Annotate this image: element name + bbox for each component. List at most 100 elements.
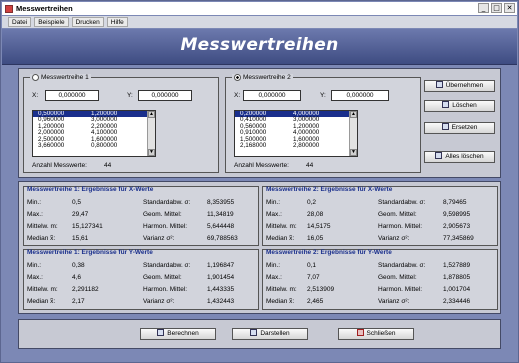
series2-label: Messwertreihe 2	[243, 74, 291, 82]
result-label: Median x̃:	[27, 235, 56, 242]
menu-hilfe[interactable]: Hilfe	[106, 17, 128, 27]
sd-value: 1,196847	[207, 262, 235, 269]
sd-value: 8,79465	[443, 199, 467, 206]
results-title: Messwertreihe 2: Ergebnisse für X-Werte	[266, 186, 393, 193]
result-label: Varianz σ²:	[143, 235, 175, 242]
series2-y-input[interactable]: 0,000000	[331, 90, 389, 101]
sd-value: 8,353955	[207, 199, 235, 206]
header-banner: Messwertreihen	[2, 29, 517, 65]
scroll-down-icon[interactable]: ▼	[350, 149, 357, 156]
result-label: Varianz σ²:	[378, 235, 410, 242]
result-label: Median x̃:	[266, 298, 295, 305]
app-window: Messwertreihen _ □ ✕ Datei Beispiele Dru…	[0, 0, 519, 363]
scroll-down-icon[interactable]: ▼	[148, 149, 155, 156]
result-label: Median x̃:	[266, 235, 295, 242]
list-item[interactable]: 3,660000 0,800000	[33, 142, 155, 149]
harm-value: 1,443335	[207, 286, 235, 293]
loeschen-button[interactable]: Löschen	[424, 100, 495, 112]
results-title: Messwertreihe 2: Ergebnisse für Y-Werte	[266, 249, 392, 256]
var-value: 77,345869	[443, 235, 474, 242]
radio-checked-icon	[234, 74, 241, 81]
results-series1-y: Messwertreihe 1: Ergebnisse für Y-Werte …	[23, 249, 259, 310]
geo-value: 11,34819	[207, 211, 234, 218]
title-bar: Messwertreihen _ □ ✕	[2, 2, 517, 15]
series1-scrollbar[interactable]: ▲ ▼	[147, 111, 155, 156]
series2-group: Messwertreihe 2 X: 0,000000 Y: 0,000000 …	[225, 74, 421, 173]
min-value: 0,38	[72, 262, 85, 269]
median-value: 16,05	[307, 235, 324, 242]
result-label: Standardabw. σ:	[378, 262, 426, 269]
close-button[interactable]: ✕	[504, 3, 515, 13]
menu-beispiele[interactable]: Beispiele	[34, 17, 69, 27]
scroll-up-icon[interactable]: ▲	[350, 111, 357, 118]
uebernehmen-button[interactable]: Übernehmen	[424, 80, 495, 92]
geo-value: 1,901454	[207, 274, 235, 281]
results-series2-x: Messwertreihe 2: Ergebnisse für X-Werte …	[262, 186, 498, 246]
delete-icon	[442, 101, 450, 108]
series1-radio[interactable]: Messwertreihe 1	[30, 74, 91, 82]
geo-value: 9,598995	[443, 211, 471, 218]
mean-value: 15,127341	[72, 223, 103, 230]
result-label: Mittelw. m:	[266, 286, 297, 293]
result-label: Geom. Mittel:	[378, 211, 417, 218]
var-value: 2,334446	[443, 298, 471, 305]
menu-drucken[interactable]: Drucken	[71, 17, 104, 27]
series1-count-label: Anzahl Messwerte:	[32, 162, 87, 169]
scroll-up-icon[interactable]: ▲	[148, 111, 155, 118]
ersetzen-button[interactable]: Ersetzen	[424, 122, 495, 134]
result-label: Standardabw. σ:	[143, 262, 191, 269]
result-label: Max.:	[27, 211, 43, 218]
series1-list[interactable]: 0,500000 1,200000 0,960000 3,000000 1,2000…	[32, 110, 156, 157]
alles-loeschen-button[interactable]: Alles löschen	[424, 151, 495, 163]
series1-x-input[interactable]: 0,000000	[45, 90, 99, 101]
series2-scrollbar[interactable]: ▲ ▼	[349, 111, 357, 156]
maximize-button[interactable]: □	[491, 3, 502, 13]
minimize-button[interactable]: _	[478, 3, 489, 13]
list-item[interactable]: 2,168000 2,800000	[235, 142, 357, 149]
result-label: Min.:	[27, 199, 42, 206]
max-value: 7,07	[307, 274, 320, 281]
min-value: 0,5	[72, 199, 82, 206]
median-value: 15,61	[72, 235, 89, 242]
result-label: Mittelw. m:	[27, 223, 58, 230]
berechnen-button[interactable]: Berechnen	[140, 328, 216, 340]
series2-radio[interactable]: Messwertreihe 2	[232, 74, 293, 82]
geo-value: 1,878805	[443, 274, 471, 281]
results-title: Messwertreihe 1: Ergebnisse für Y-Werte	[27, 249, 153, 256]
max-value: 28,08	[307, 211, 324, 218]
window-title: Messwertreihen	[16, 4, 73, 13]
series2-count-label: Anzahl Messwerte:	[234, 162, 289, 169]
input-panel: Messwertreihe 1 X: 0,000000 Y: 0,000000 …	[18, 68, 501, 178]
mean-value: 2,513909	[307, 286, 335, 293]
accept-icon	[435, 81, 443, 88]
schliessen-button[interactable]: Schließen	[338, 328, 414, 340]
calculator-icon	[157, 329, 165, 336]
result-label: Max.:	[266, 211, 282, 218]
series1-label: Messwertreihe 1	[41, 74, 89, 82]
result-label: Varianz σ²:	[378, 298, 410, 305]
median-value: 2,17	[72, 298, 85, 305]
result-label: Max.:	[27, 274, 43, 281]
result-label: Harmon. Mittel:	[143, 223, 188, 230]
series1-group: Messwertreihe 1 X: 0,000000 Y: 0,000000 …	[23, 74, 219, 173]
min-value: 0,1	[307, 262, 317, 269]
menu-bar: Datei Beispiele Drucken Hilfe	[2, 16, 517, 28]
result-label: Min.:	[266, 262, 281, 269]
results-series1-x: Messwertreihe 1: Ergebnisse für X-Werte …	[23, 186, 259, 246]
sd-value: 1,527889	[443, 262, 471, 269]
series2-list[interactable]: 0,200000 4,000000 0,410000 3,000000 0,5600…	[234, 110, 358, 157]
darstellen-button[interactable]: Darstellen	[232, 328, 308, 340]
results-series2-y: Messwertreihe 2: Ergebnisse für Y-Werte …	[262, 249, 498, 310]
series1-y-input[interactable]: 0,000000	[138, 90, 192, 101]
harm-value: 1,001704	[443, 286, 471, 293]
menu-datei[interactable]: Datei	[8, 17, 32, 27]
bottom-button-bar: Berechnen Darstellen Schließen	[18, 319, 501, 349]
replace-icon	[441, 123, 449, 130]
median-value: 2,465	[307, 298, 324, 305]
series2-x-input[interactable]: 0,000000	[243, 90, 301, 101]
result-label: Standardabw. σ:	[378, 199, 426, 206]
y-label: Y:	[127, 92, 133, 99]
result-label: Mittelw. m:	[27, 286, 58, 293]
harm-value: 2,905673	[443, 223, 471, 230]
clear-all-icon	[435, 152, 443, 159]
